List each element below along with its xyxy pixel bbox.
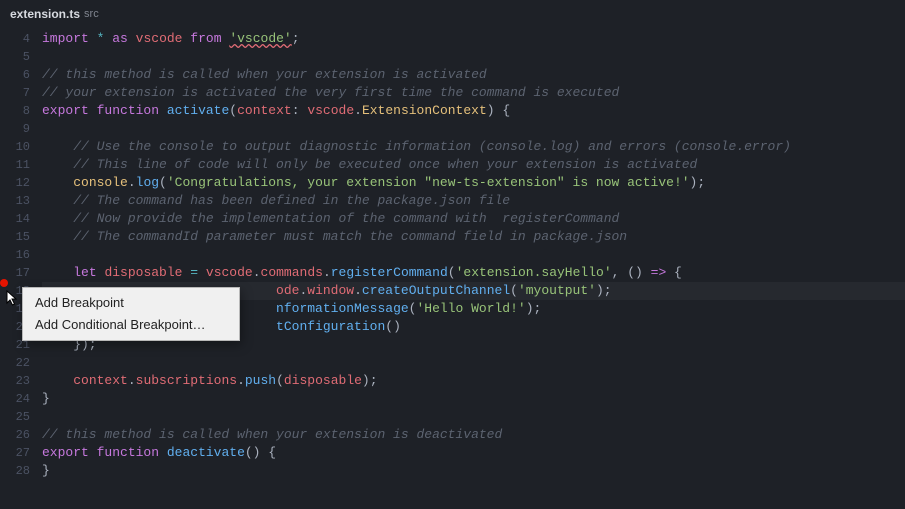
editor[interactable]: 4567891011121314151617181920212223242526… [0,28,905,509]
code-line[interactable]: console.log('Congratulations, your exten… [42,174,905,192]
code-line[interactable]: // The command has been defined in the p… [42,192,905,210]
code-line[interactable] [42,354,905,372]
code-line[interactable]: // your extension is activated the very … [42,84,905,102]
line-number[interactable]: 26 [0,426,42,444]
code-line[interactable]: // This line of code will only be execut… [42,156,905,174]
code-line[interactable] [42,246,905,264]
tab-bar: extension.ts src [0,0,905,28]
menu-item-add-conditional-breakpoint[interactable]: Add Conditional Breakpoint… [23,314,239,336]
code-line[interactable]: export function activate(context: vscode… [42,102,905,120]
line-number[interactable]: 9 [0,120,42,138]
line-number[interactable]: 11 [0,156,42,174]
code-line[interactable]: let disposable = vscode.commands.registe… [42,264,905,282]
code-line[interactable] [42,120,905,138]
line-number[interactable]: 23 [0,372,42,390]
code-line[interactable]: context.subscriptions.push(disposable); [42,372,905,390]
line-number[interactable]: 5 [0,48,42,66]
line-number[interactable]: 10 [0,138,42,156]
line-number[interactable]: 25 [0,408,42,426]
line-number[interactable]: 15 [0,228,42,246]
code-line[interactable]: import * as vscode from 'vscode'; [42,30,905,48]
code-line[interactable]: // Now provide the implementation of the… [42,210,905,228]
line-number[interactable]: 12 [0,174,42,192]
breakpoint-indicator[interactable] [0,279,8,287]
line-number[interactable]: 24 [0,390,42,408]
line-number[interactable]: 4 [0,30,42,48]
line-number[interactable]: 14 [0,210,42,228]
line-number[interactable]: 13 [0,192,42,210]
code-line[interactable]: // this method is called when your exten… [42,66,905,84]
code-area[interactable]: import * as vscode from 'vscode'; // this… [42,28,905,509]
line-number[interactable]: 22 [0,354,42,372]
line-number[interactable]: 28 [0,462,42,480]
code-line[interactable] [42,48,905,66]
code-line[interactable]: export function deactivate() { [42,444,905,462]
tab-title[interactable]: extension.ts [4,7,84,21]
gutter-context-menu: Add Breakpoint Add Conditional Breakpoin… [22,287,240,341]
line-number[interactable]: 6 [0,66,42,84]
line-number[interactable]: 7 [0,84,42,102]
code-line[interactable] [42,408,905,426]
menu-item-add-breakpoint[interactable]: Add Breakpoint [23,292,239,314]
line-number[interactable]: 8 [0,102,42,120]
line-number[interactable]: 27 [0,444,42,462]
line-number[interactable]: 16 [0,246,42,264]
line-number-gutter[interactable]: 4567891011121314151617181920212223242526… [0,28,42,509]
tab-subfolder: src [84,8,99,20]
code-line[interactable]: } [42,462,905,480]
code-line[interactable]: // this method is called when your exten… [42,426,905,444]
code-line[interactable]: // Use the console to output diagnostic … [42,138,905,156]
code-line[interactable]: // The commandId parameter must match th… [42,228,905,246]
code-line[interactable]: } [42,390,905,408]
